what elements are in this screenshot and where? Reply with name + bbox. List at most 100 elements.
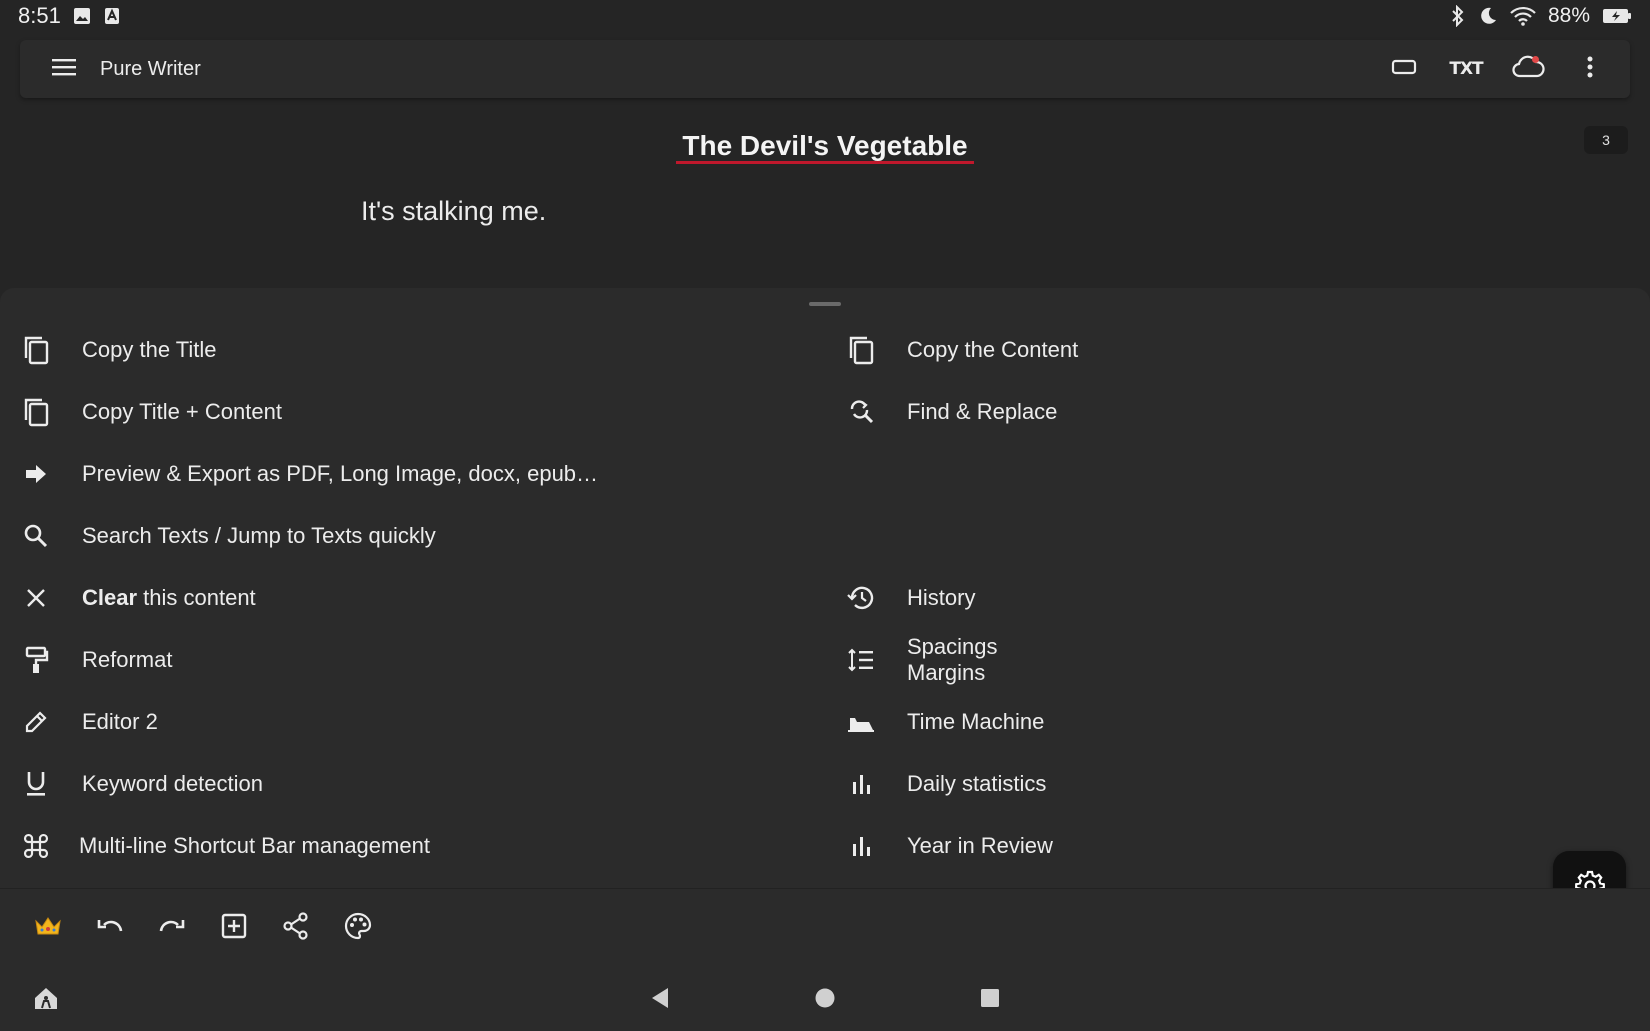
- add-box-icon: [221, 913, 247, 944]
- undo-button[interactable]: [86, 905, 134, 953]
- status-bar-left: 8:51: [18, 3, 121, 29]
- underline-icon: [20, 768, 52, 800]
- more-options-button[interactable]: [1568, 47, 1612, 91]
- copy-icon: [20, 334, 52, 366]
- menu-item-label: Copy the Content: [907, 337, 1079, 362]
- share-icon: [282, 912, 310, 945]
- crown-icon: [34, 915, 62, 942]
- menu-item-history[interactable]: History: [845, 570, 975, 626]
- command-icon: [20, 830, 52, 862]
- back-triangle-icon: [650, 987, 670, 1014]
- nav-home-button[interactable]: [803, 978, 847, 1022]
- menu-item-copy-title[interactable]: Copy the Title: [20, 322, 217, 378]
- status-time: 8:51: [18, 3, 61, 28]
- wifi-icon: [1510, 6, 1536, 26]
- premium-button[interactable]: [24, 905, 72, 953]
- bottom-toolbar: [0, 888, 1650, 968]
- menu-item-label: Daily statistics: [907, 771, 1047, 796]
- add-item-button[interactable]: [210, 905, 258, 953]
- cloud-icon: [1511, 54, 1545, 85]
- menu-item-label: Reformat: [82, 647, 173, 672]
- bar-chart-icon: [845, 768, 877, 800]
- history-icon: [845, 582, 877, 614]
- bar-chart-icon: [845, 830, 877, 862]
- nav-recents-button[interactable]: [968, 978, 1012, 1022]
- nav-back-button[interactable]: [638, 978, 682, 1022]
- status-bar-right: 88%: [1450, 4, 1632, 28]
- undo-icon: [96, 915, 124, 942]
- menu-item-label: Find & Replace: [907, 399, 1058, 424]
- image-notification-icon: [73, 7, 91, 25]
- menu-button[interactable]: [42, 47, 86, 91]
- actions-bottom-sheet: Copy the Title Copy Title + Content Prev…: [0, 288, 1650, 888]
- menu-item-label: Spacings Margins: [907, 634, 998, 686]
- menu-item-label: Copy the Title: [82, 337, 217, 362]
- menu-item-daily-statistics[interactable]: Daily statistics: [845, 756, 1046, 812]
- moon-icon: [1478, 6, 1498, 26]
- menu-item-label: Year in Review: [907, 833, 1053, 858]
- menu-item-label: Editor 2: [82, 709, 158, 734]
- theme-palette-button[interactable]: [334, 905, 382, 953]
- menu-item-clear-content[interactable]: Clear this content: [20, 570, 256, 626]
- arrow-right-icon: [20, 458, 52, 490]
- menu-item-label: Copy Title + Content: [82, 399, 282, 424]
- line-spacing-icon: [845, 644, 877, 676]
- menu-item-label-bold: Clear: [82, 585, 138, 610]
- menu-item-search-texts[interactable]: Search Texts / Jump to Texts quickly: [20, 508, 436, 564]
- battery-icon: [1602, 8, 1632, 24]
- search-icon: [20, 520, 52, 552]
- recents-square-icon: [980, 988, 1000, 1013]
- cloud-sync-button[interactable]: [1506, 47, 1550, 91]
- find-replace-icon: [845, 396, 877, 428]
- app-title: Pure Writer: [100, 57, 201, 80]
- menu-item-find-replace[interactable]: Find & Replace: [845, 384, 1057, 440]
- top-app-bar: Pure Writer TXT: [20, 40, 1630, 98]
- time-machine-icon: [845, 706, 877, 738]
- app-notification-icon: [103, 7, 121, 25]
- close-icon: [20, 582, 52, 614]
- txt-format-button[interactable]: TXT: [1444, 47, 1488, 91]
- palette-icon: [344, 912, 372, 945]
- battery-percent: 88%: [1547, 4, 1590, 27]
- menu-item-copy-content[interactable]: Copy the Content: [845, 322, 1078, 378]
- home-circle-icon: [814, 987, 836, 1014]
- menu-item-label: History: [907, 585, 976, 610]
- menu-item-keyword-detection[interactable]: Keyword detection: [20, 756, 263, 812]
- menu-item-label: Keyword detection: [82, 771, 263, 796]
- system-navigation-bar: [0, 968, 1650, 1031]
- fullscreen-button[interactable]: [1382, 47, 1426, 91]
- document-title-text: The Devil's Vegetable: [676, 130, 974, 164]
- menu-item-year-in-review[interactable]: Year in Review: [845, 818, 1053, 874]
- menu-item-preview-export[interactable]: Preview & Export as PDF, Long Image, doc…: [20, 446, 598, 502]
- menu-item-spacings-margins[interactable]: Spacings Margins: [845, 632, 998, 688]
- menu-item-label-line2: Margins: [907, 660, 986, 685]
- menu-item-copy-title-content[interactable]: Copy Title + Content: [20, 384, 282, 440]
- more-vert-icon: [1586, 55, 1594, 84]
- document-title[interactable]: The Devil's Vegetable: [0, 130, 1650, 164]
- menu-item-label: Preview & Export as PDF, Long Image, doc…: [82, 461, 599, 486]
- copy-icon: [20, 396, 52, 428]
- redo-button[interactable]: [148, 905, 196, 953]
- pencil-icon: [20, 706, 52, 738]
- rectangle-icon: [1391, 57, 1417, 82]
- menu-item-time-machine[interactable]: Time Machine: [845, 694, 1044, 750]
- share-button[interactable]: [272, 905, 320, 953]
- home-accessibility-icon: [32, 984, 60, 1017]
- menu-item-editor-2[interactable]: Editor 2: [20, 694, 158, 750]
- app-bar-actions: TXT: [1382, 47, 1612, 91]
- menu-item-label-line1: Spacings: [907, 634, 998, 659]
- document-body[interactable]: It's stalking me.: [361, 196, 546, 227]
- redo-icon: [158, 915, 186, 942]
- menu-item-label: Time Machine: [907, 709, 1045, 734]
- accessibility-button[interactable]: [24, 978, 68, 1022]
- screen: 8:51 88% Pure Writer TXT The Devil's Veg…: [0, 0, 1650, 1031]
- menu-item-label: Multi-line Shortcut Bar management: [79, 833, 430, 858]
- status-bar: 8:51 88%: [0, 0, 1650, 32]
- notification-dot: [1532, 56, 1539, 63]
- paint-roller-icon: [20, 644, 52, 676]
- sheet-drag-handle[interactable]: [809, 302, 841, 306]
- menu-item-reformat[interactable]: Reformat: [20, 632, 172, 688]
- menu-item-label: Search Texts / Jump to Texts quickly: [82, 523, 436, 548]
- menu-item-label-rest: this content: [137, 585, 256, 610]
- menu-item-shortcut-bar-management[interactable]: Multi-line Shortcut Bar management: [20, 818, 430, 874]
